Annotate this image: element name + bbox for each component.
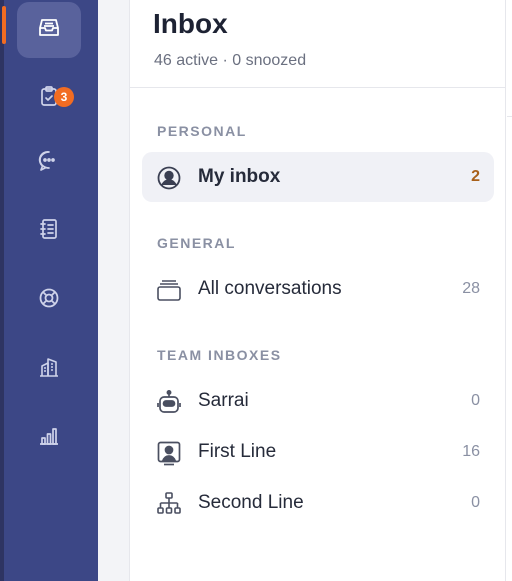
robot-icon bbox=[156, 389, 182, 415]
bar-chart-icon bbox=[37, 424, 61, 453]
inbox-item-all-conversations[interactable]: All conversations 28 bbox=[142, 264, 494, 314]
rail-notes-button[interactable] bbox=[17, 203, 81, 259]
inbox-panel: Inbox 46 active · 0 snoozed PERSONAL My … bbox=[129, 0, 506, 581]
rail-chat-button[interactable] bbox=[17, 135, 81, 191]
buildings-icon bbox=[37, 355, 61, 384]
inbox-item-label: Sarrai bbox=[198, 390, 249, 411]
user-circle-icon bbox=[156, 165, 182, 191]
content-edge bbox=[506, 0, 512, 581]
inbox-item-label: All conversations bbox=[198, 278, 342, 299]
rail-tasks-button[interactable]: 3 bbox=[17, 70, 81, 126]
lifebuoy-icon bbox=[37, 286, 61, 315]
chat-bubble-icon bbox=[37, 149, 61, 178]
rail-inbox-button[interactable] bbox=[17, 2, 81, 58]
section-label-general: GENERAL bbox=[157, 235, 236, 251]
inbox-item-count: 2 bbox=[471, 168, 480, 185]
gutter bbox=[98, 0, 129, 581]
inbox-item-count: 0 bbox=[471, 392, 480, 409]
inbox-item-label: My inbox bbox=[198, 166, 281, 187]
content-divider bbox=[507, 116, 512, 117]
stacked-trays-icon bbox=[156, 277, 182, 303]
inbox-item-count: 28 bbox=[462, 280, 480, 297]
section-label-personal: PERSONAL bbox=[157, 123, 247, 139]
inbox-item-sarrai[interactable]: Sarrai 0 bbox=[142, 376, 494, 426]
active-indicator bbox=[2, 6, 6, 44]
page-title: Inbox bbox=[153, 8, 228, 39]
inbox-item-my-inbox[interactable]: My inbox 2 bbox=[142, 152, 494, 202]
rail-companies-button[interactable] bbox=[17, 341, 81, 397]
inbox-item-count: 0 bbox=[471, 494, 480, 511]
inbox-item-count: 16 bbox=[462, 443, 480, 460]
inbox-icon bbox=[37, 16, 61, 45]
rail-edge bbox=[0, 0, 4, 581]
notebook-icon bbox=[37, 217, 61, 246]
inbox-item-label: Second Line bbox=[198, 492, 304, 513]
tasks-badge: 3 bbox=[54, 87, 74, 107]
user-frame-icon bbox=[156, 440, 182, 466]
rail-help-button[interactable] bbox=[17, 272, 81, 328]
panel-header: Inbox 46 active · 0 snoozed bbox=[130, 0, 505, 88]
org-chart-icon bbox=[156, 491, 182, 517]
inbox-status-summary: 46 active · 0 snoozed bbox=[154, 52, 307, 69]
inbox-item-label: First Line bbox=[198, 441, 277, 462]
inbox-item-first-line[interactable]: First Line 16 bbox=[142, 427, 494, 477]
rail-reports-button[interactable] bbox=[17, 410, 81, 466]
inbox-item-second-line[interactable]: Second Line 0 bbox=[142, 478, 494, 528]
navigation-rail: 3 bbox=[0, 0, 98, 581]
section-label-team-inboxes: TEAM INBOXES bbox=[157, 347, 282, 363]
